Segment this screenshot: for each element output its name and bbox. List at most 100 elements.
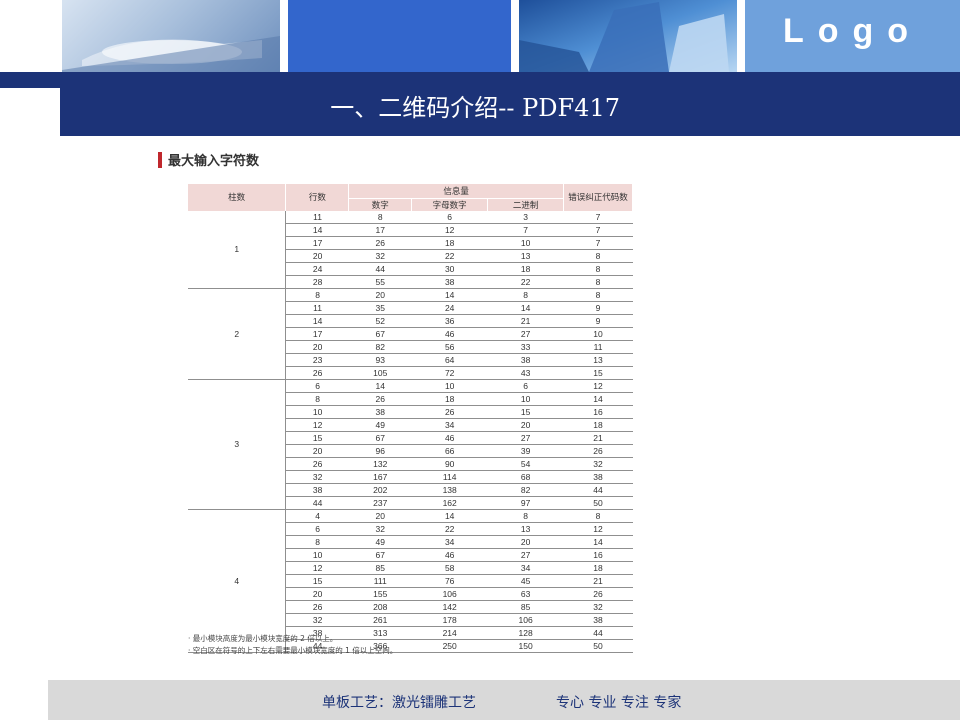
- table-cell: 32: [348, 522, 412, 536]
- table-cell: 22: [411, 522, 488, 536]
- header-image-buildings: [519, 0, 737, 72]
- table-cell: 52: [348, 314, 412, 328]
- table-cell: 20: [285, 340, 349, 354]
- table-cell: 8: [285, 392, 349, 406]
- section-title: 最大输入字符数: [168, 154, 260, 169]
- table-cell: 9: [563, 314, 633, 328]
- table-cell: 14: [563, 535, 633, 549]
- table-cell: 6: [285, 522, 349, 536]
- table-cell: 8: [285, 288, 349, 302]
- table-cell: 6: [411, 210, 488, 224]
- table-cell: 16: [563, 548, 633, 562]
- table-cell: 67: [348, 431, 412, 445]
- table-cell: 96: [348, 444, 412, 458]
- table-cell: 72: [411, 366, 488, 380]
- keyboard-hands-graphic: [62, 36, 280, 72]
- column-count-cell: 3: [188, 379, 287, 510]
- table-cell: 20: [348, 509, 412, 523]
- header-image-blue: [288, 0, 511, 72]
- table-cell: 11: [563, 340, 633, 354]
- table-cell: 39: [487, 444, 564, 458]
- table-cell: 28: [285, 275, 349, 289]
- table-row: 4 4 20 14 8 8: [188, 509, 633, 653]
- table-cell: 105: [348, 366, 412, 380]
- table-cell: 8: [348, 210, 412, 224]
- table-cell: 8: [487, 288, 564, 302]
- table-cell: 150: [487, 639, 564, 653]
- table-cell: 6: [487, 379, 564, 393]
- table-cell: 202: [348, 483, 412, 497]
- table-cell: 4: [285, 509, 349, 523]
- table-cell: 32: [285, 470, 349, 484]
- column-count-cell: 2: [188, 288, 287, 380]
- table-cell: 167: [348, 470, 412, 484]
- table-cell: 14: [285, 223, 349, 237]
- header-alphanumeric: 字母数字: [411, 197, 489, 211]
- table-cell: 18: [563, 418, 633, 432]
- table-cell: 46: [411, 548, 488, 562]
- table-cell: 20: [348, 288, 412, 302]
- table-cell: 21: [563, 574, 633, 588]
- buildings-graphic: [519, 2, 729, 72]
- table-cell: 38: [563, 613, 633, 627]
- table-cell: 15: [285, 431, 349, 445]
- table-cell: 33: [487, 340, 564, 354]
- table-cell: 14: [285, 314, 349, 328]
- table-cell: 14: [487, 301, 564, 315]
- table-cell: 14: [411, 288, 488, 302]
- header-columns: 柱数: [188, 184, 287, 211]
- table-row: 3 6 14 10 6 12: [188, 379, 633, 510]
- table-cell: 63: [487, 587, 564, 601]
- table-body: 1 11 8 6 3 7 14 17 12 7 7 17 26 18 10 7 20 32 22 13 8 24 44 30 1…: [188, 210, 633, 653]
- table-cell: 8: [563, 288, 633, 302]
- section-marker: [158, 151, 162, 168]
- table-cell: 10: [285, 548, 349, 562]
- table-cell: 49: [348, 418, 412, 432]
- table-cell: 85: [348, 561, 412, 575]
- table-cell: 76: [411, 574, 488, 588]
- table-cell: 55: [348, 275, 412, 289]
- table-cell: 15: [285, 574, 349, 588]
- table-cell: 11: [285, 301, 349, 315]
- table-cell: 10: [285, 405, 349, 419]
- table-cell: 93: [348, 353, 412, 367]
- header-rows: 行数: [285, 184, 350, 211]
- table-cell: 49: [348, 535, 412, 549]
- table-cell: 44: [563, 483, 633, 497]
- table-cell: 208: [348, 600, 412, 614]
- table-cell: 38: [411, 275, 488, 289]
- table-cell: 67: [348, 327, 412, 341]
- table-cell: 13: [563, 353, 633, 367]
- table-cell: 14: [563, 392, 633, 406]
- title-bar-accent: [0, 72, 60, 88]
- table-cell: 18: [411, 392, 488, 406]
- table-cell: 237: [348, 496, 412, 510]
- table-notes: · 最小模块高度为最小模块宽度的 2 倍以上。 · 空白区在符号的上下左右需要最…: [188, 633, 397, 657]
- table-cell: 68: [487, 470, 564, 484]
- table-cell: 138: [411, 483, 488, 497]
- table-cell: 250: [411, 639, 488, 653]
- table-cell: 16: [563, 405, 633, 419]
- table-cell: 22: [411, 249, 488, 263]
- table-cell: 44: [563, 626, 633, 640]
- table-cell: 12: [563, 379, 633, 393]
- table-cell: 11: [285, 210, 349, 224]
- table-cell: 7: [563, 236, 633, 250]
- table-row: 2 8 20 14 8 8: [188, 288, 633, 380]
- table-cell: 35: [348, 301, 412, 315]
- table-cell: 178: [411, 613, 488, 627]
- table-cell: 32: [285, 613, 349, 627]
- table-cell: 20: [285, 587, 349, 601]
- table-cell: 85: [487, 600, 564, 614]
- table-cell: 26: [348, 236, 412, 250]
- table-cell: 106: [487, 613, 564, 627]
- header-binary: 二进制: [487, 197, 565, 211]
- footer: 单板工艺：激光镭雕工艺 专心 专业 专注 专家: [48, 680, 960, 720]
- table-cell: 23: [285, 353, 349, 367]
- table-cell: 18: [411, 236, 488, 250]
- table-cell: 10: [563, 327, 633, 341]
- table-cell: 10: [411, 379, 488, 393]
- table-cell: 27: [487, 327, 564, 341]
- table-cell: 106: [411, 587, 488, 601]
- table-cell: 14: [411, 509, 488, 523]
